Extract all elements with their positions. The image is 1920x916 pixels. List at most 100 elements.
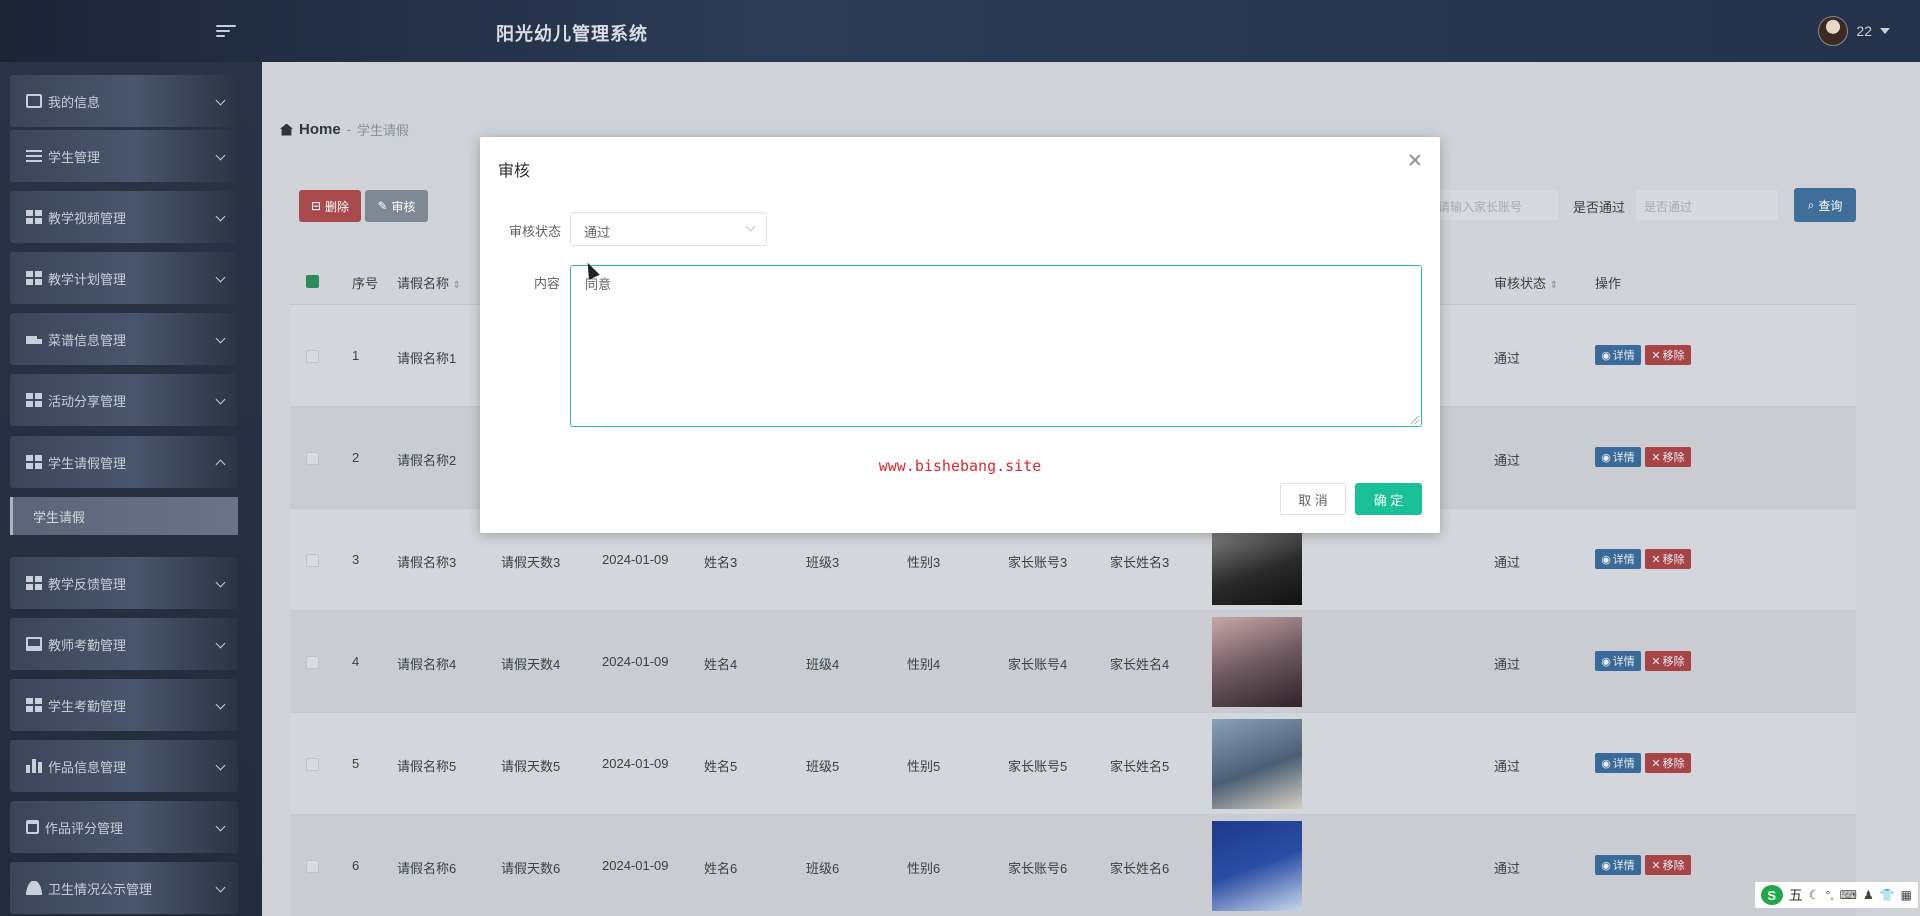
audit-button[interactable]: ✎ 审核 [365,190,428,222]
row-checkbox[interactable] [306,656,319,669]
sidebar-item-7[interactable]: 教学反馈管理 [10,557,238,609]
confirm-button[interactable]: 确 定 [1355,483,1422,515]
remove-button[interactable]: ✕ 移除 [1645,753,1691,773]
skin-icon[interactable]: 👕 [1880,888,1895,902]
cell-name: 请假名称6 [397,861,457,876]
eye-icon: ◉ [1601,757,1611,770]
sidebar-item-10[interactable]: 作品信息管理 [10,740,238,792]
remove-button[interactable]: ✕ 移除 [1645,855,1691,875]
detail-button-label: 详情 [1612,350,1635,362]
sidebar-item-4[interactable]: 菜谱信息管理 [10,313,238,365]
row-checkbox[interactable] [306,350,319,363]
header-no: 序号 [352,276,379,291]
cell-parent-acct: 家长账号4 [1008,657,1068,672]
caret-down-icon[interactable] [1880,28,1890,34]
close-icon[interactable] [1408,153,1422,167]
audit-dialog: 审核 审核状态 通过 内容 同意 www.bishebang.site 取 消 … [480,137,1440,533]
sidebar-item-label: 菜谱信息管理 [48,332,127,348]
user-menu[interactable]: 22 [1818,16,1890,46]
sidebar-item-2[interactable]: 教学视频管理 [10,191,238,243]
moon-icon[interactable]: ☾ [1809,888,1820,902]
sidebar-subitem-student-leave[interactable]: 学生请假 [10,497,238,535]
detail-button[interactable]: ◉ 详情 [1595,345,1641,365]
sidebar-item-3[interactable]: 教学计划管理 [10,252,238,304]
row-checkbox[interactable] [306,452,319,465]
ime-logo-icon[interactable]: S [1760,885,1783,905]
breadcrumb: Home - 学生请假 [280,120,409,139]
punctuation-icon[interactable]: °, [1825,888,1833,902]
pass-filter-select[interactable]: 是否通过 [1636,190,1778,220]
eye-icon: ◉ [1601,553,1611,566]
sidebar-item-1[interactable]: 学生管理 [10,130,238,182]
chevron-down-icon [215,272,226,283]
chevron-down-icon [215,577,226,588]
cell-gender: 性别3 [907,555,941,570]
detail-button[interactable]: ◉ 详情 [1595,753,1641,773]
menu-toggle-icon[interactable] [216,22,236,40]
cell-status: 通过 [1494,555,1521,570]
leave-photo-thumbnail[interactable] [1212,719,1302,809]
sidebar-item-8[interactable]: 教师考勤管理 [10,618,238,670]
cell-class: 班级4 [806,657,840,672]
grid-menu-icon[interactable]: ▦ [1901,888,1912,902]
table-row[interactable]: 5 请假名称5 请假天数5 2024-01-09 姓名5 班级5 性别5 家长账号5 家长姓名5… [290,713,1856,815]
breadcrumb-home[interactable]: Home [299,121,341,138]
eye-icon: ◉ [1601,655,1611,668]
cell-gender: 性别4 [907,657,941,672]
row-checkbox[interactable] [306,554,319,567]
avatar[interactable] [1818,16,1849,46]
header-leave-name[interactable]: 请假名称 ⇕ [397,273,461,292]
parent-account-search-input[interactable]: 请输入家长账号 [1430,190,1558,220]
detail-button[interactable]: ◉ 详情 [1595,549,1641,569]
select-all-checkbox[interactable] [306,275,319,288]
detail-button[interactable]: ◉ 详情 [1595,855,1641,875]
cell-parent-name: 家长姓名4 [1110,657,1170,672]
query-button[interactable]: ⌕ 查询 [1794,188,1856,222]
resize-handle[interactable] [1411,416,1419,424]
audit-status-value: 通过 [584,225,611,240]
sidebar-item-0[interactable]: 我的信息 [10,75,238,127]
cell-gender: 性别6 [907,861,941,876]
header-actions: 操作 [1595,276,1622,291]
grid-icon [26,393,42,407]
header-audit-status[interactable]: 审核状态 ⇕ [1494,273,1558,292]
row-checkbox[interactable] [306,860,319,873]
cell-name: 请假名称3 [397,555,457,570]
breadcrumb-separator: - [346,122,352,137]
user-icon[interactable]: ♟ [1863,888,1874,902]
sidebar-item-11[interactable]: 作品评分管理 [10,801,238,853]
table-row[interactable]: 4 请假名称4 请假天数4 2024-01-09 姓名4 班级4 性别4 家长账号4 家长姓名4… [290,611,1856,713]
sort-icon[interactable]: ⇕ [453,280,461,291]
chevron-down-icon [215,211,226,222]
delete-button[interactable]: ⊟ 删除 [299,190,361,222]
sidebar-item-12[interactable]: 卫生情况公示管理 [10,862,238,914]
content-textarea[interactable]: 同意 [570,265,1422,427]
remove-button[interactable]: ✕ 移除 [1645,549,1691,569]
grid-icon [26,576,42,590]
ime-toolbar[interactable]: S 五 ☾ °, ⌨ ♟ 👕 ▦ [1754,882,1918,908]
chevron-down-icon [215,821,226,832]
detail-button[interactable]: ◉ 详情 [1595,447,1641,467]
table-row[interactable]: 6 请假名称6 请假天数6 2024-01-09 姓名6 班级6 性别6 家长账号6 家长姓名6… [290,815,1856,916]
remove-button[interactable]: ✕ 移除 [1645,651,1691,671]
sidebar-item-5[interactable]: 活动分享管理 [10,374,238,426]
remove-button-label: 移除 [1662,452,1685,464]
close-icon: ✕ [1651,349,1661,362]
eye-icon: ◉ [1601,451,1611,464]
sort-icon[interactable]: ⇕ [1550,280,1558,291]
home-icon [280,123,293,136]
delete-icon: ⊟ [310,199,322,213]
leave-photo-thumbnail[interactable] [1212,617,1302,707]
detail-button[interactable]: ◉ 详情 [1595,651,1641,671]
audit-status-select[interactable]: 通过 [570,212,767,246]
cancel-button[interactable]: 取 消 [1280,483,1346,515]
keyboard-icon[interactable]: ⌨ [1840,888,1857,902]
remove-button[interactable]: ✕ 移除 [1645,447,1691,467]
ime-mode[interactable]: 五 [1789,885,1803,905]
remove-button[interactable]: ✕ 移除 [1645,345,1691,365]
username[interactable]: 22 [1856,23,1872,39]
sidebar-item-6[interactable]: 学生请假管理 [10,436,238,488]
sidebar-item-9[interactable]: 学生考勤管理 [10,679,238,731]
leave-photo-thumbnail[interactable] [1212,821,1302,911]
row-checkbox[interactable] [306,758,319,771]
